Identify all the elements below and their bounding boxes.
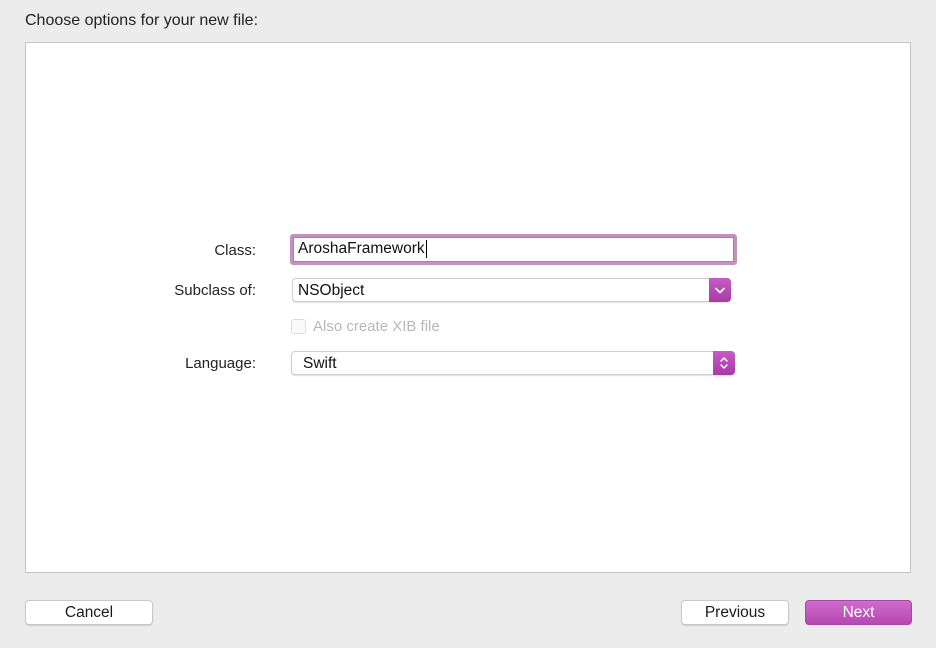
- class-field-value: AroshaFramework: [298, 240, 425, 257]
- options-panel: [25, 42, 911, 573]
- class-field[interactable]: AroshaFramework: [290, 234, 737, 265]
- language-label: Language:: [185, 355, 256, 372]
- next-button[interactable]: Next: [805, 600, 912, 625]
- class-label: Class:: [214, 242, 256, 259]
- text-caret: [425, 240, 427, 258]
- xib-checkbox-label: Also create XIB file: [313, 318, 440, 335]
- up-down-chevron-icon[interactable]: [713, 351, 735, 375]
- chevron-down-icon[interactable]: [709, 278, 731, 302]
- previous-button[interactable]: Previous: [681, 600, 789, 625]
- xib-checkbox-row: Also create XIB file: [291, 318, 440, 335]
- subclass-popup-value: NSObject: [298, 282, 365, 299]
- subclass-label: Subclass of:: [174, 282, 256, 299]
- language-popup[interactable]: Swift: [291, 351, 735, 375]
- xib-checkbox: [291, 319, 306, 334]
- dialog-title: Choose options for your new file:: [25, 12, 259, 29]
- subclass-popup[interactable]: NSObject: [292, 278, 731, 302]
- language-popup-value: Swift: [303, 355, 337, 372]
- cancel-button[interactable]: Cancel: [25, 600, 153, 625]
